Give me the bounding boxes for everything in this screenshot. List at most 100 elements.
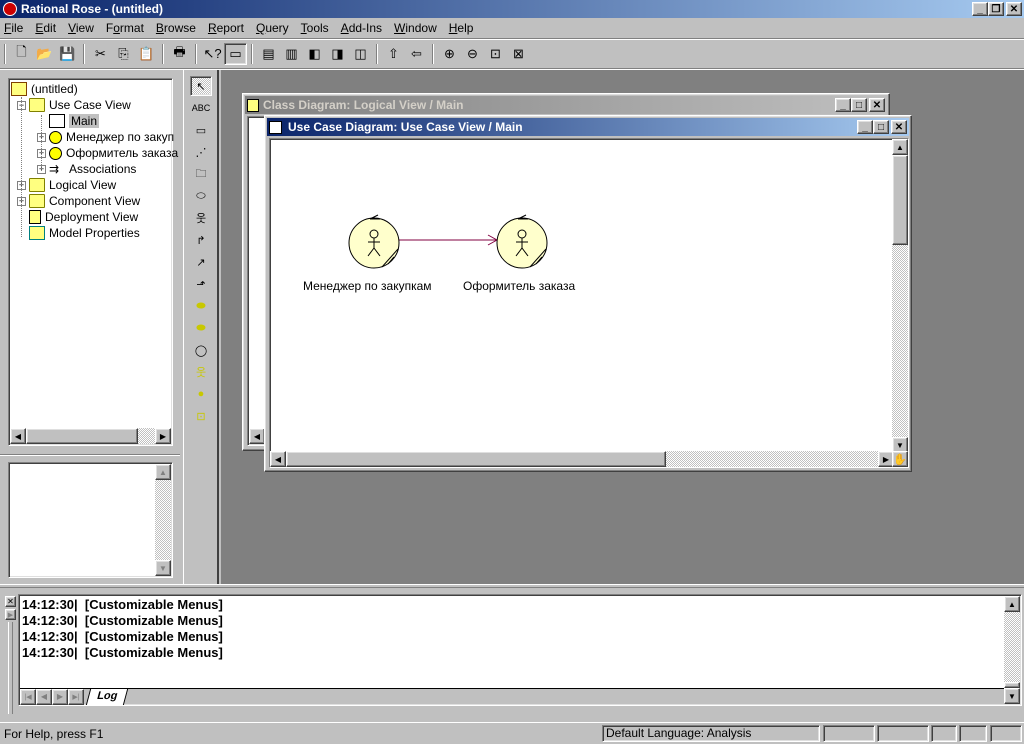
scroll-down-button[interactable]: ▼ xyxy=(1004,688,1020,704)
statechart-diagram-icon[interactable]: ◨ xyxy=(326,43,349,65)
class-diagram-icon[interactable]: ▤ xyxy=(257,43,280,65)
tab-log[interactable]: Log xyxy=(85,688,129,705)
paste-icon[interactable]: 📋 xyxy=(135,43,158,65)
minimize-button[interactable]: _ xyxy=(972,2,988,16)
menu-format[interactable]: Format xyxy=(106,21,144,35)
class-minimize-button[interactable]: _ xyxy=(835,98,851,112)
usecase-diagram-titlebar[interactable]: Use Case Diagram: Use Case View / Main _… xyxy=(267,118,909,136)
tree-item[interactable]: + Оформитель заказа xyxy=(37,145,178,161)
business-use-case-realization-tool[interactable]: ⬬ xyxy=(190,318,212,338)
tree-item[interactable]: − Use Case View xyxy=(17,97,131,113)
scroll-left-button[interactable]: ◀ xyxy=(270,451,286,467)
scroll-thumb[interactable] xyxy=(26,428,138,444)
vscroll-thumb[interactable] xyxy=(892,155,908,245)
diagram-hscrollbar[interactable]: ◀ ▶ xyxy=(270,451,894,467)
scroll-down-button[interactable]: ▼ xyxy=(155,560,171,576)
diagram-vscrollbar[interactable]: ▲ ▼ xyxy=(892,139,908,453)
browser-tree[interactable]: (untitled) − Use Case View Main + Менеджер п… xyxy=(8,78,178,446)
tree-item[interactable]: + ⇉ Associations xyxy=(37,161,136,177)
tree-item[interactable]: Main xyxy=(37,113,100,129)
parent-diagram-icon[interactable]: ⇧ xyxy=(382,43,405,65)
tree-item[interactable]: Deployment View xyxy=(17,209,138,225)
usecase-minimize-button[interactable]: _ xyxy=(857,120,873,134)
tab-first-button[interactable]: |◀ xyxy=(20,688,36,705)
selection-tool[interactable]: ↖ xyxy=(190,76,212,96)
tree-item[interactable]: + Менеджер по закуп xyxy=(37,129,174,145)
hscroll-thumb[interactable] xyxy=(286,451,666,467)
class-diagram-titlebar[interactable]: Class Diagram: Logical View / Main _ □ ✕ xyxy=(245,96,887,114)
undo-fit-icon[interactable]: ⊠ xyxy=(507,43,530,65)
dependency-tool[interactable]: ↗ xyxy=(190,252,212,272)
class-close-button[interactable]: ✕ xyxy=(869,98,885,112)
menu-file[interactable]: File xyxy=(4,21,23,35)
copy-icon[interactable]: ⎘ xyxy=(112,43,135,65)
use-case-tool[interactable]: ⬭ xyxy=(190,186,212,206)
menu-addins[interactable]: Add-Ins xyxy=(341,21,382,35)
business-use-case-tool[interactable]: ⬬ xyxy=(190,296,212,316)
new-file-icon[interactable]: 🗋 xyxy=(10,43,33,65)
anchor-note-tool[interactable]: ⋰ xyxy=(190,142,212,162)
menu-view[interactable]: View xyxy=(68,21,94,35)
tree-hscrollbar[interactable]: ◀ ▶ xyxy=(10,428,171,444)
tab-prev-button[interactable]: ◀ xyxy=(36,688,52,705)
scroll-right-button[interactable]: ▶ xyxy=(155,428,171,444)
usecase-diagram-window[interactable]: Use Case Diagram: Use Case View / Main _… xyxy=(264,115,912,472)
context-help-icon[interactable]: ↖? xyxy=(201,43,224,65)
note-tool[interactable]: ▭ xyxy=(190,120,212,140)
documentation-panel[interactable]: ▲ ▼ xyxy=(8,462,173,578)
business-worker-tool[interactable]: ● xyxy=(190,384,212,404)
text-tool[interactable]: ABC xyxy=(190,98,212,118)
previous-diagram-icon[interactable]: ⇦ xyxy=(405,43,428,65)
browser-view-icon[interactable]: ▭ xyxy=(224,43,247,65)
zoom-out-icon[interactable]: ⊖ xyxy=(461,43,484,65)
tree-item[interactable]: + Component View xyxy=(17,193,140,209)
print-icon[interactable]: 🖶 xyxy=(168,43,191,65)
actor-order-clerk[interactable] xyxy=(496,214,548,269)
scroll-left-button[interactable]: ◀ xyxy=(10,428,26,444)
menu-help[interactable]: Help xyxy=(449,21,474,35)
open-folder-icon[interactable]: 📂 xyxy=(33,43,56,65)
menu-query[interactable]: Query xyxy=(256,21,289,35)
log-float-button[interactable]: ▶ xyxy=(5,609,16,620)
close-button[interactable]: ✕ xyxy=(1006,2,1022,16)
log-close-button[interactable]: ✕ xyxy=(5,596,16,607)
organization-unit-tool[interactable]: ⊡ xyxy=(190,406,212,426)
usecase-close-button[interactable]: ✕ xyxy=(891,120,907,134)
cut-icon[interactable]: ✂ xyxy=(89,43,112,65)
zoom-in-icon[interactable]: ⊕ xyxy=(438,43,461,65)
class-maximize-button[interactable]: □ xyxy=(851,98,867,112)
fit-in-window-icon[interactable]: ⊡ xyxy=(484,43,507,65)
package-tool[interactable]: 🗀 xyxy=(190,164,212,184)
pan-hand-icon[interactable]: ✋ xyxy=(892,451,908,467)
restore-button[interactable]: ❐ xyxy=(988,2,1004,16)
doc-vscrollbar[interactable]: ▲ ▼ xyxy=(155,464,171,576)
actor-tool[interactable]: 웃 xyxy=(190,208,212,228)
business-actor-tool[interactable]: 웃 xyxy=(190,362,212,382)
tree-item[interactable]: + Logical View xyxy=(17,177,116,193)
save-icon[interactable]: 💾 xyxy=(56,43,79,65)
scroll-up-button[interactable]: ▲ xyxy=(892,139,908,155)
tab-last-button[interactable]: ▶| xyxy=(68,688,84,705)
diagram-canvas[interactable]: Менеджер по закупкам Оформитель заказа ▲… xyxy=(269,138,909,468)
tree-root[interactable]: (untitled) xyxy=(11,81,78,97)
menu-report[interactable]: Report xyxy=(208,21,244,35)
tree-item[interactable]: Model Properties xyxy=(17,225,140,241)
component-diagram-icon[interactable]: ◧ xyxy=(303,43,326,65)
log-vscrollbar[interactable]: ▲ ▼ xyxy=(1004,596,1020,704)
usecase-maximize-button[interactable]: □ xyxy=(873,120,889,134)
scroll-up-button[interactable]: ▲ xyxy=(1004,596,1020,612)
actor-purchasing-manager[interactable] xyxy=(348,214,400,269)
menu-tools[interactable]: Tools xyxy=(301,21,329,35)
business-entity-tool[interactable]: ◯ xyxy=(190,340,212,360)
menu-window[interactable]: Window xyxy=(394,21,437,35)
interaction-diagram-icon[interactable]: ▥ xyxy=(280,43,303,65)
scroll-up-button[interactable]: ▲ xyxy=(155,464,171,480)
tab-next-button[interactable]: ▶ xyxy=(52,688,68,705)
unidirectional-association-tool[interactable]: ↱ xyxy=(190,230,212,250)
menu-browse[interactable]: Browse xyxy=(156,21,196,35)
log-output[interactable]: 14:12:30| [Customizable Menus] 14:12:30| … xyxy=(18,594,1022,706)
deployment-diagram-icon[interactable]: ◫ xyxy=(349,43,372,65)
menu-edit[interactable]: Edit xyxy=(35,21,56,35)
generalization-tool[interactable]: ⬏ xyxy=(190,274,212,294)
class-scroll-left-button[interactable]: ◀ xyxy=(249,428,265,444)
